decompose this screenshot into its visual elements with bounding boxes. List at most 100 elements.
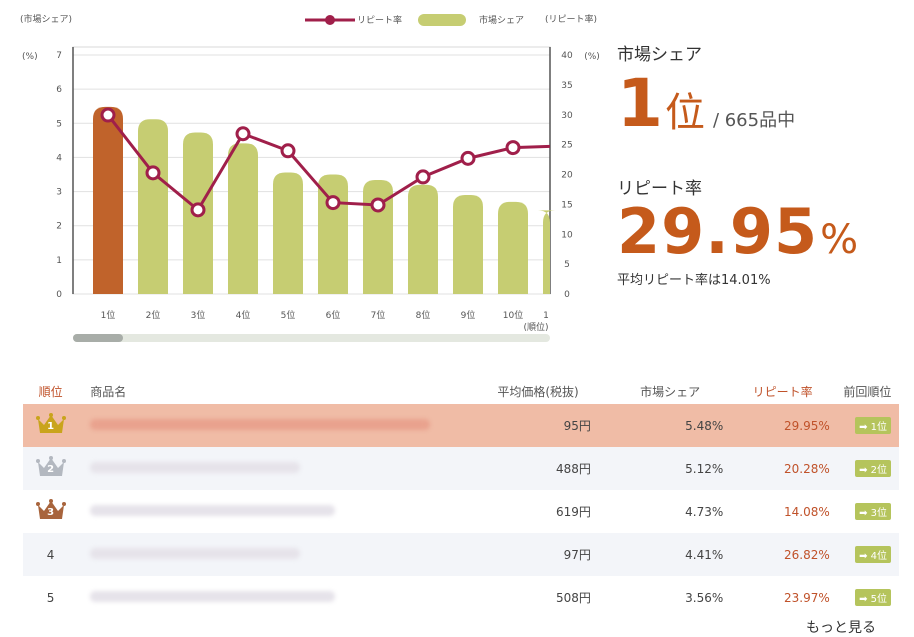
previous-rank-badge: ➡ 3位 bbox=[855, 503, 891, 520]
chart-scrollbar-track bbox=[73, 334, 550, 342]
rank-cell: 4 bbox=[23, 548, 78, 562]
right-tick-label: 25 bbox=[561, 141, 572, 151]
repeat-rate-point bbox=[235, 126, 251, 142]
product-name-cell[interactable] bbox=[78, 504, 465, 519]
right-axis-title: (リピート率) bbox=[545, 13, 597, 25]
repeat-rate-point bbox=[100, 107, 116, 123]
table-header: 順位 商品名 平均価格(税抜) 市場シェア リピート率 前回順位 bbox=[23, 378, 899, 404]
right-tick-label: 20 bbox=[561, 171, 573, 181]
header-repeat: リピート率 bbox=[752, 384, 813, 399]
rank-number: 3 bbox=[47, 507, 55, 518]
previous-rank-badge: ➡ 1位 bbox=[855, 417, 891, 434]
repeat-rate-point bbox=[460, 150, 476, 166]
share-cell: 4.41% bbox=[685, 547, 724, 562]
repeat-cell: 23.97% bbox=[784, 590, 830, 605]
previous-rank-badge: ➡ 5位 bbox=[855, 589, 891, 606]
repeat-cell: 29.95% bbox=[784, 418, 830, 433]
average-repeat-note: 平均リピート率は14.01% bbox=[617, 273, 771, 288]
rank-cell: 1 bbox=[23, 412, 78, 439]
left-tick-label: 5 bbox=[56, 119, 62, 129]
header-share: 市場シェア bbox=[640, 384, 701, 399]
table-row[interactable]: 5 508円 3.56% 23.97% ➡ 5位 bbox=[23, 576, 899, 619]
product-name-cell[interactable] bbox=[78, 461, 465, 476]
blurred-product-name bbox=[90, 547, 301, 559]
left-axis-title: (市場シェア) bbox=[20, 13, 72, 25]
left-tick-label: 3 bbox=[56, 188, 62, 198]
rank-number: 2 bbox=[47, 464, 55, 475]
right-tick-label: 0 bbox=[564, 290, 570, 300]
right-tick-label: 35 bbox=[561, 81, 572, 91]
stats-panel: 市場シェア 1 位 / 665品中 リピート率 29.95 % 平均リピート率は… bbox=[617, 40, 907, 288]
x-tick-label: 4位 bbox=[236, 309, 251, 321]
blurred-product-name bbox=[90, 461, 301, 473]
x-tick-label: 10位 bbox=[503, 309, 523, 321]
rank-number: 5 bbox=[46, 590, 55, 605]
left-tick-label: 7 bbox=[56, 51, 62, 61]
previous-rank-cell: ➡ 4位 bbox=[836, 546, 899, 563]
repeat-rate-point bbox=[505, 140, 521, 156]
right-tick-label: 40 bbox=[561, 51, 573, 61]
table-row[interactable]: 2 488円 5.12% 20.28% ➡ 2位 bbox=[23, 447, 899, 490]
rank-number: 1 bbox=[47, 421, 55, 432]
legend-share-label: 市場シェア bbox=[479, 14, 524, 26]
rank-number: 4 bbox=[46, 547, 55, 562]
x-tick-label: 7位 bbox=[371, 309, 386, 321]
repeat-unit: % bbox=[820, 217, 859, 263]
legend-repeat-label: リピート率 bbox=[357, 14, 402, 26]
share-bar bbox=[538, 210, 555, 294]
repeat-value: 29.95 bbox=[617, 195, 819, 268]
right-tick-label: 10 bbox=[561, 230, 573, 240]
share-cell: 3.56% bbox=[685, 590, 724, 605]
price-cell: 488円 bbox=[556, 462, 591, 476]
previous-rank-cell: ➡ 1位 bbox=[836, 417, 899, 434]
left-tick-label: 2 bbox=[56, 222, 62, 232]
repeat-cell: 20.28% bbox=[784, 461, 830, 476]
chart-scrollbar-thumb[interactable] bbox=[73, 334, 123, 342]
product-name-cell[interactable] bbox=[78, 590, 465, 605]
share-bar bbox=[228, 143, 258, 294]
previous-rank-cell: ➡ 3位 bbox=[836, 503, 899, 520]
repeat-rate-point bbox=[145, 165, 161, 181]
crown-icon: 1 bbox=[35, 412, 66, 436]
repeat-rate-point bbox=[325, 195, 341, 211]
share-bar bbox=[408, 184, 438, 294]
table-row[interactable]: 3 619円 4.73% 14.08% ➡ 3位 bbox=[23, 490, 899, 533]
share-rank-number: 1 bbox=[617, 65, 663, 142]
price-cell: 508円 bbox=[556, 591, 591, 605]
legend-bar-swatch bbox=[418, 14, 466, 26]
header-prev: 前回順位 bbox=[843, 384, 892, 399]
combo-chart-svg: 0 1 2 3 4 5 6 7 0 5 10 15 20 25 30 35 40 (市場シェア) (%) (リピート率… bbox=[20, 13, 600, 342]
table-row[interactable]: 4 97円 4.41% 26.82% ➡ 4位 bbox=[23, 533, 899, 576]
price-cell: 619円 bbox=[556, 505, 591, 519]
previous-rank-cell: ➡ 5位 bbox=[836, 589, 899, 606]
share-cell: 4.73% bbox=[685, 504, 724, 519]
share-rank-row: 1 位 / 665品中 bbox=[617, 71, 907, 138]
product-name-cell[interactable] bbox=[78, 418, 465, 433]
x-tick-label: 2位 bbox=[146, 309, 161, 321]
share-bar bbox=[138, 119, 168, 294]
repeat-rate-point bbox=[415, 169, 431, 185]
rank-cell: 3 bbox=[23, 498, 78, 525]
product-name-cell[interactable] bbox=[78, 547, 465, 562]
previous-rank-badge: ➡ 4位 bbox=[855, 546, 891, 563]
x-tick-label: 1位 bbox=[101, 309, 116, 321]
left-tick-label: 4 bbox=[56, 153, 62, 163]
share-cell: 5.12% bbox=[685, 461, 724, 476]
crown-icon: 3 bbox=[35, 498, 66, 522]
table-body: 1 95円 5.48% 29.95% ➡ 1位 2 488円 5.12% 20.28% ➡ 2位 3… bbox=[23, 404, 899, 619]
repeat-cell: 26.82% bbox=[784, 547, 830, 562]
legend-line-marker bbox=[325, 15, 335, 25]
table-row[interactable]: 1 95円 5.48% 29.95% ➡ 1位 bbox=[23, 404, 899, 447]
share-of-total: / 665品中 bbox=[712, 110, 796, 131]
x-axis-unit: (順位) bbox=[523, 321, 548, 333]
x-tick-label: 6位 bbox=[326, 309, 341, 321]
left-tick-label: 0 bbox=[56, 290, 62, 300]
blurred-product-name bbox=[90, 504, 336, 516]
share-bar bbox=[93, 106, 123, 294]
share-bar bbox=[273, 172, 303, 294]
right-tick-label: 15 bbox=[561, 200, 572, 210]
price-cell: 97円 bbox=[563, 548, 591, 562]
rank-cell: 5 bbox=[23, 591, 78, 605]
more-link[interactable]: もっと見る bbox=[806, 617, 876, 637]
previous-rank-cell: ➡ 2位 bbox=[836, 460, 899, 477]
